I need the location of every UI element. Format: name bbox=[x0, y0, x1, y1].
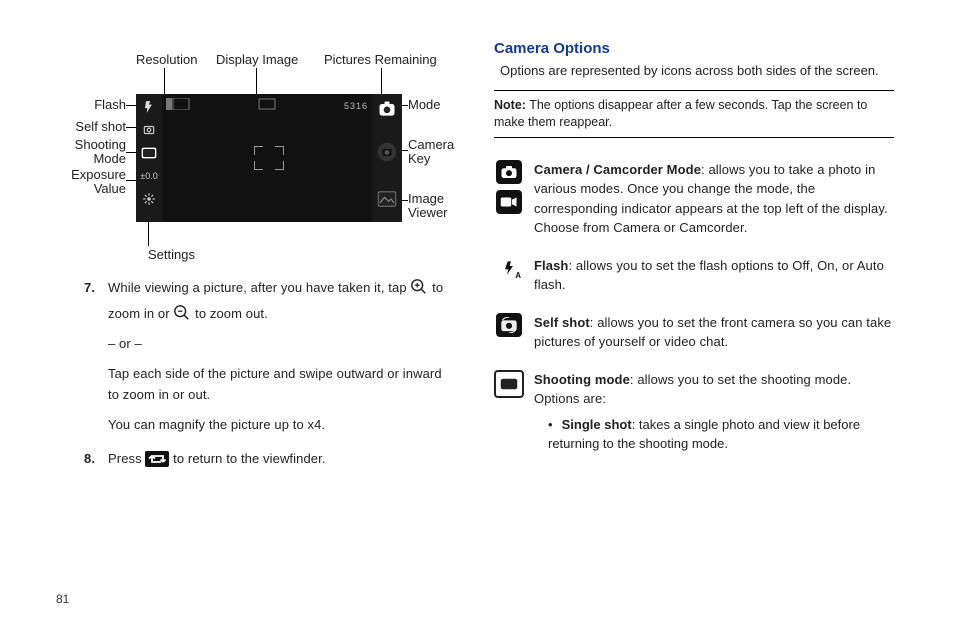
page-number: 81 bbox=[56, 592, 69, 606]
flash-option-icon: A bbox=[496, 256, 522, 280]
label-mode: Mode bbox=[408, 98, 441, 112]
self-shot-option-icon bbox=[496, 313, 522, 337]
bullet-single-shot: • Single shot: takes a single photo and … bbox=[548, 415, 894, 454]
flash-icon bbox=[139, 98, 159, 116]
exposure-icon: ±0.0 bbox=[139, 167, 159, 185]
option-mode: Camera / Camcorder Mode: allows you to t… bbox=[494, 160, 894, 238]
pictures-remaining-count: 5316 bbox=[344, 101, 368, 111]
viewfinder: ±0.0 5316 bbox=[136, 94, 402, 222]
section-intro: Options are represented by icons across … bbox=[500, 63, 894, 78]
label-self-shot: Self shot bbox=[56, 120, 126, 134]
settings-icon bbox=[139, 190, 159, 208]
camera-diagram: Resolution Display Image Pictures Remain… bbox=[56, 40, 456, 260]
step-7: 7.While viewing a picture, after you hav… bbox=[84, 278, 456, 435]
camcorder-mode-icon bbox=[496, 190, 522, 214]
focus-brackets-icon bbox=[254, 146, 284, 170]
self-shot-icon bbox=[139, 121, 159, 139]
label-pictures-remaining: Pictures Remaining bbox=[324, 52, 437, 67]
option-flash: A Flash: allows you to set the flash opt… bbox=[494, 256, 894, 295]
back-icon bbox=[145, 451, 169, 467]
label-exposure-value: Exposure Value bbox=[56, 168, 126, 196]
camera-key-icon bbox=[377, 135, 397, 169]
label-display-image: Display Image bbox=[216, 52, 298, 67]
resolution-indicator bbox=[166, 98, 190, 113]
label-camera-key: Camera Key bbox=[408, 138, 454, 166]
note-box: Note: The options disappear after a few … bbox=[494, 90, 894, 138]
section-heading: Camera Options bbox=[494, 40, 894, 57]
step-8: 8.Press to return to the viewfinder. bbox=[84, 449, 456, 469]
zoom-out-icon bbox=[173, 304, 191, 322]
label-shooting-mode: Shooting Mode bbox=[56, 138, 126, 166]
label-resolution: Resolution bbox=[136, 52, 197, 67]
option-self-shot: Self shot: allows you to set the front c… bbox=[494, 313, 894, 352]
display-image-indicator bbox=[258, 98, 276, 113]
shooting-mode-option-icon bbox=[494, 370, 524, 398]
label-image-viewer: Image Viewer bbox=[408, 192, 448, 220]
shooting-mode-icon bbox=[139, 144, 159, 162]
label-flash: Flash bbox=[56, 98, 126, 112]
label-settings: Settings bbox=[148, 247, 195, 262]
camera-mode-icon bbox=[496, 160, 522, 184]
option-shooting-mode: Shooting mode: allows you to set the sho… bbox=[494, 370, 894, 409]
mode-icon bbox=[377, 98, 397, 120]
image-viewer-icon bbox=[377, 188, 397, 210]
zoom-in-icon bbox=[410, 278, 428, 296]
